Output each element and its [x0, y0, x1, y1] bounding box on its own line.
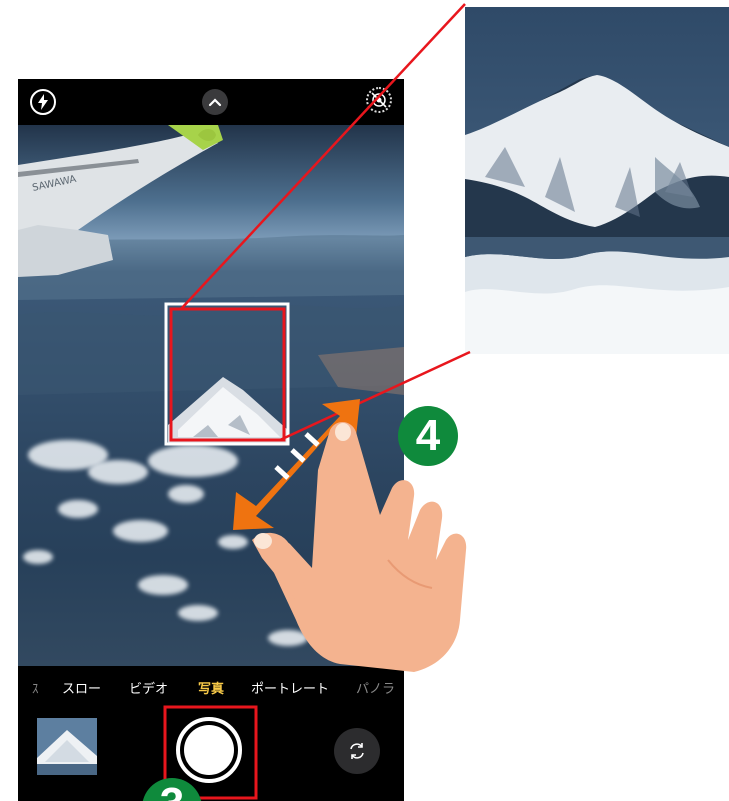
flash-icon[interactable]: [30, 89, 56, 115]
mode-video[interactable]: ビデオ: [129, 678, 168, 697]
camera-bottom-bar: [18, 706, 404, 801]
mode-slo-mo[interactable]: スロー: [62, 678, 101, 697]
chevron-up-icon[interactable]: [202, 89, 228, 115]
mode-portrait[interactable]: ポートレート: [251, 678, 329, 697]
camera-switch-icon[interactable]: [334, 728, 380, 774]
live-photo-icon[interactable]: [366, 87, 392, 113]
camera-mode-selector: ｽ スロー ビデオ 写真 ポートレート パノラ: [18, 666, 404, 706]
step-number-3: 3: [142, 780, 202, 801]
mode-time-lapse[interactable]: ｽ: [32, 678, 39, 697]
zoomed-mountain-photo: [465, 7, 729, 354]
mode-pano[interactable]: パノラ: [356, 678, 395, 697]
mode-photo[interactable]: 写真: [198, 678, 224, 697]
last-photo-thumbnail[interactable]: [37, 718, 97, 775]
camera-viewfinder[interactable]: SAWAWA: [18, 125, 404, 666]
camera-top-bar: [18, 79, 404, 125]
shutter-button[interactable]: [176, 717, 242, 783]
camera-screen: SAWAWA ｽ スロー ビデオ 写真 ポートレート パノラ: [18, 79, 404, 801]
step-number-4: 4: [415, 411, 441, 460]
